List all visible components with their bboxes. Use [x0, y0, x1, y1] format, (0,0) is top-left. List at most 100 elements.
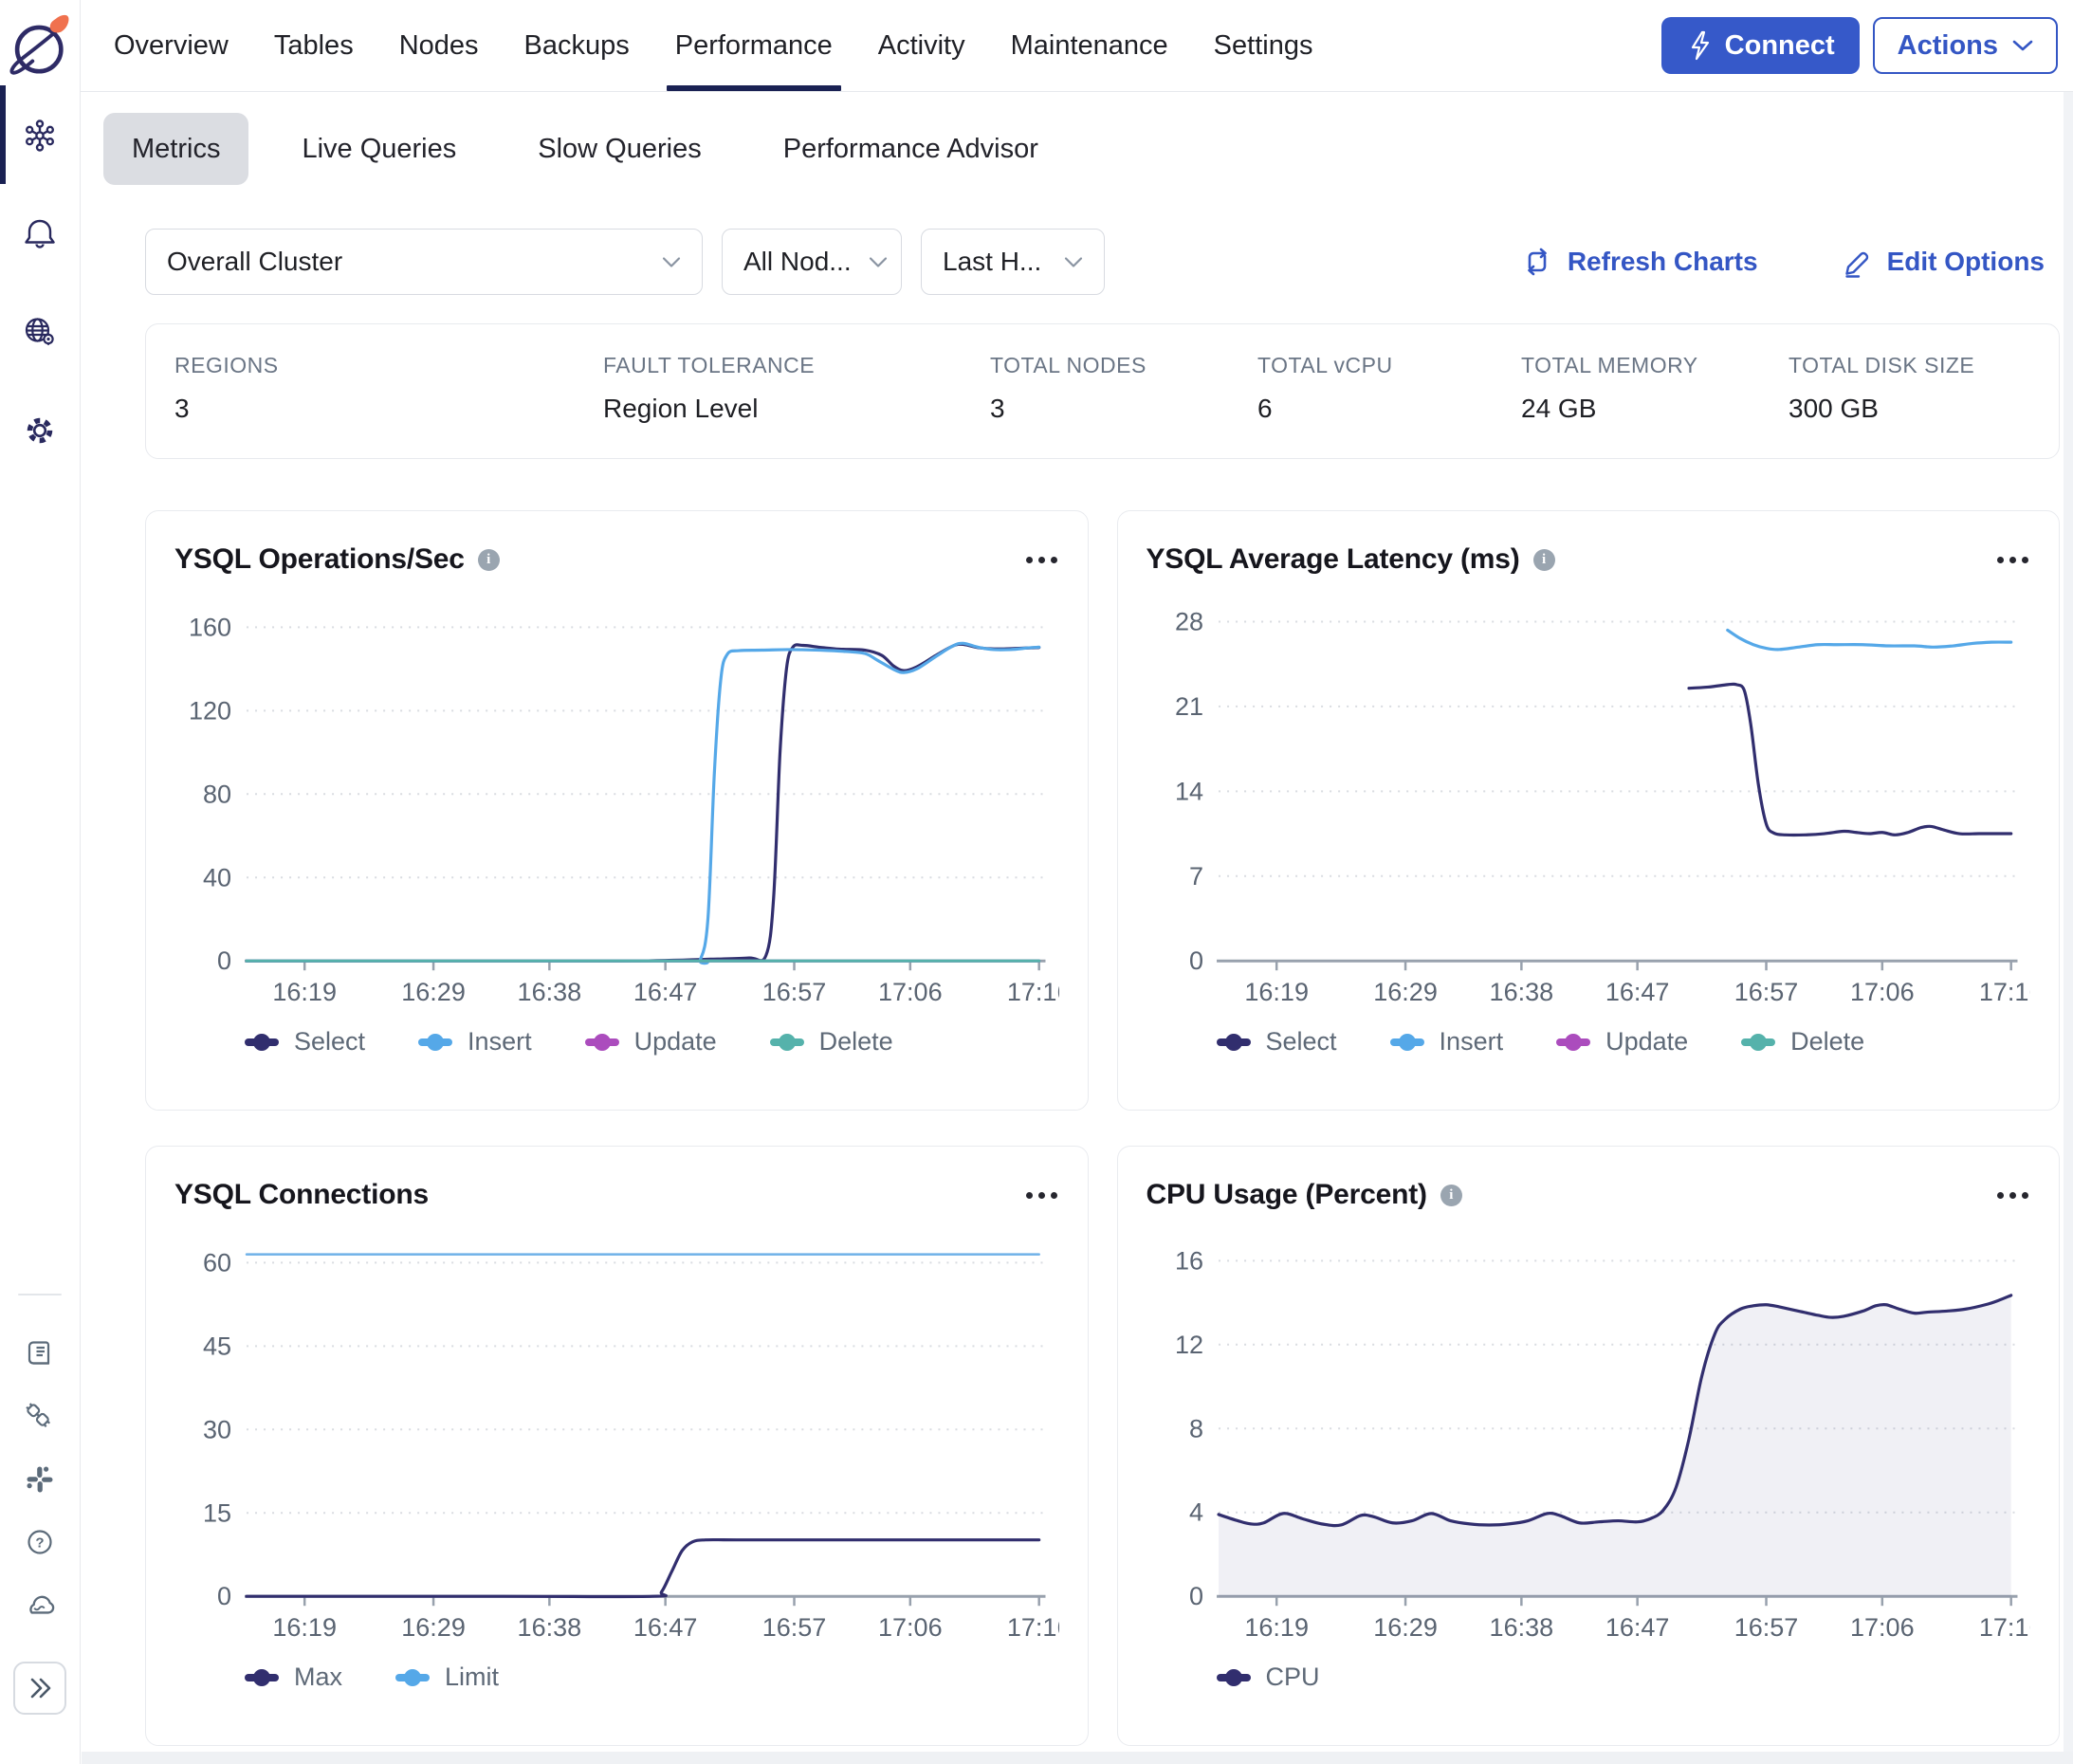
node-scope-select[interactable]: All Nod... [722, 229, 902, 295]
svg-text:40: 40 [203, 863, 231, 891]
chart-plot-ysql-operations-sec: 0408012016016:1916:2916:3816:4716:5717:0… [174, 587, 1059, 1016]
sidebar-item-settings[interactable] [0, 381, 81, 480]
chevron-down-icon [662, 256, 681, 268]
tab-overview[interactable]: Overview [105, 0, 237, 91]
chart-menu-icon[interactable] [1024, 1185, 1059, 1206]
connect-button[interactable]: Connect [1661, 17, 1860, 74]
svg-text:28: 28 [1174, 607, 1202, 635]
sidebar-item-network[interactable] [0, 283, 81, 381]
menu-dot [2022, 557, 2028, 563]
refresh-charts-button[interactable]: Refresh Charts [1520, 245, 1758, 279]
tab-nodes[interactable]: Nodes [391, 0, 487, 91]
legend-item-delete[interactable]: Delete [770, 1027, 893, 1057]
tab-settings[interactable]: Settings [1205, 0, 1322, 91]
refresh-icon [1520, 245, 1554, 279]
chart-filters: Overall Cluster All Nod... Last H... [81, 229, 2073, 295]
cluster-scope-select[interactable]: Overall Cluster [145, 229, 703, 295]
summary-label: TOTAL NODES [990, 353, 1257, 378]
summary-value: 3 [174, 394, 603, 424]
legend-item-cpu[interactable]: CPU [1217, 1663, 1320, 1692]
legend-item-limit[interactable]: Limit [395, 1663, 499, 1692]
subtab-metrics[interactable]: Metrics [103, 113, 248, 185]
subtab-performance-advisor[interactable]: Performance Advisor [755, 113, 1067, 185]
svg-text:17:16: 17:16 [1978, 978, 2030, 1006]
tab-tables[interactable]: Tables [266, 0, 362, 91]
settings-gear-icon [21, 412, 59, 450]
legend-label: Delete [1790, 1027, 1864, 1057]
legend-item-update[interactable]: Update [585, 1027, 717, 1057]
svg-text:17:06: 17:06 [1850, 1613, 1915, 1642]
summary-label: TOTAL vCPU [1257, 353, 1521, 378]
svg-text:16:38: 16:38 [518, 978, 582, 1006]
legend-item-insert[interactable]: Insert [1390, 1027, 1504, 1057]
legend-marker [1556, 1038, 1590, 1046]
summary-stat-fault-tolerance: FAULT TOLERANCERegion Level [603, 353, 990, 458]
subtab-slow-queries[interactable]: Slow Queries [509, 113, 729, 185]
legend-marker-dot [253, 1034, 270, 1051]
svg-text:0: 0 [217, 1582, 231, 1610]
svg-text:14: 14 [1174, 777, 1202, 805]
help-question-icon[interactable]: ? [21, 1523, 59, 1561]
chart-title: YSQL Average Latency (ms) [1147, 543, 1520, 576]
sidebar-item-clusters[interactable] [0, 85, 81, 184]
time-range-select[interactable]: Last H... [921, 229, 1105, 295]
svg-text:16:47: 16:47 [633, 978, 698, 1006]
info-icon[interactable] [478, 549, 500, 571]
page-background-strip [82, 1752, 2073, 1764]
info-icon[interactable] [1440, 1185, 1462, 1206]
docs-book-icon[interactable] [21, 1335, 59, 1373]
tab-maintenance[interactable]: Maintenance [1002, 0, 1177, 91]
menu-dot [1038, 557, 1045, 563]
tab-backups[interactable]: Backups [516, 0, 638, 91]
svg-text:16:19: 16:19 [272, 1613, 337, 1642]
cloud-status-icon[interactable] [21, 1586, 59, 1624]
svg-text:16:29: 16:29 [401, 978, 466, 1006]
chart-header: YSQL Average Latency (ms) [1147, 538, 2031, 581]
svg-text:0: 0 [1189, 946, 1203, 975]
chart-menu-icon[interactable] [1995, 1185, 2030, 1206]
svg-text:16:19: 16:19 [1244, 978, 1309, 1006]
legend-item-select[interactable]: Select [245, 1027, 365, 1057]
sidebar-item-alerts[interactable] [0, 184, 81, 283]
legend-marker-dot [253, 1669, 270, 1686]
slack-icon[interactable] [21, 1461, 59, 1498]
info-icon[interactable] [1533, 549, 1555, 571]
summary-stat-total-memory: TOTAL MEMORY24 GB [1521, 353, 1789, 458]
legend-item-max[interactable]: Max [245, 1663, 342, 1692]
legend-item-update[interactable]: Update [1556, 1027, 1688, 1057]
svg-text:17:06: 17:06 [878, 1613, 943, 1642]
legend-marker [245, 1038, 279, 1046]
legend-marker-dot [1750, 1034, 1767, 1051]
edit-options-button[interactable]: Edit Options [1840, 245, 2045, 279]
chart-menu-icon[interactable] [1995, 549, 2030, 571]
edit-options-label: Edit Options [1887, 247, 2045, 277]
chart-menu-icon[interactable] [1024, 549, 1059, 571]
tab-performance[interactable]: Performance [667, 0, 841, 91]
legend-marker [245, 1674, 279, 1681]
summary-stat-regions: REGIONS3 [174, 353, 603, 458]
tab-activity[interactable]: Activity [870, 0, 974, 91]
integrations-plug-icon[interactable] [21, 1398, 59, 1436]
svg-text:16:38: 16:38 [518, 1613, 582, 1642]
chart-legend: Select Insert Update Delete [1147, 1027, 2031, 1057]
expand-sidebar-icon[interactable] [13, 1662, 66, 1715]
subtab-live-queries[interactable]: Live Queries [273, 113, 485, 185]
legend-item-insert[interactable]: Insert [418, 1027, 532, 1057]
legend-marker [770, 1038, 804, 1046]
menu-dot [1026, 1192, 1033, 1199]
legend-label: Max [294, 1663, 342, 1692]
legend-label: CPU [1266, 1663, 1320, 1692]
legend-label: Update [1605, 1027, 1688, 1057]
svg-text:7: 7 [1189, 862, 1203, 891]
legend-item-select[interactable]: Select [1217, 1027, 1337, 1057]
actions-button[interactable]: Actions [1873, 17, 2058, 74]
chevron-down-icon [1064, 256, 1083, 268]
legend-label: Update [634, 1027, 717, 1057]
legend-marker-dot [1225, 1669, 1242, 1686]
yugabyte-planet-logo[interactable] [5, 8, 75, 85]
legend-marker-dot [1399, 1034, 1416, 1051]
clusters-icon [21, 116, 59, 154]
chart-legend: Select Insert Update Delete [174, 1027, 1059, 1057]
legend-item-delete[interactable]: Delete [1741, 1027, 1864, 1057]
svg-text:0: 0 [1189, 1582, 1203, 1610]
